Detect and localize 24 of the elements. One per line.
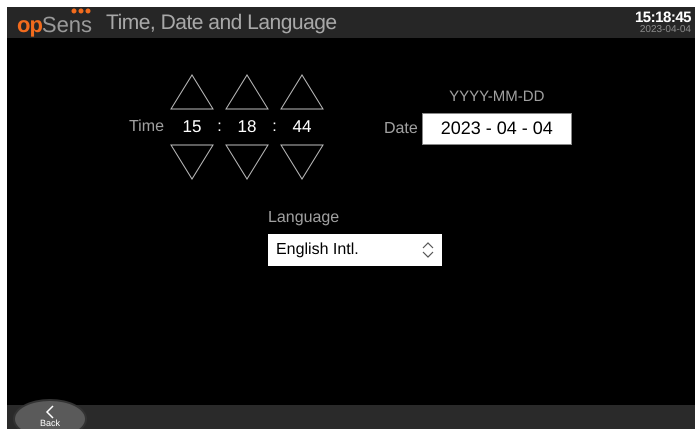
up-down-chevron-icon — [422, 242, 434, 258]
up-triangle-icon[interactable] — [224, 74, 269, 110]
brand-logo: opSens — [17, 10, 92, 36]
chevron-left-icon — [45, 405, 55, 419]
second-value[interactable]: 44 — [292, 114, 312, 140]
page-title: Time, Date and Language — [106, 10, 337, 36]
down-triangle-icon[interactable] — [224, 144, 269, 180]
date-format-hint: YYYY-MM-DD — [448, 87, 546, 107]
date-field[interactable]: 2023 - 04 - 04 — [422, 112, 572, 144]
down-triangle-icon[interactable] — [280, 144, 324, 180]
back-button[interactable]: Back — [13, 399, 87, 429]
clock-time: 15:18:45 — [634, 10, 691, 25]
time-separator: : — [216, 116, 223, 137]
hour-value[interactable]: 15 — [182, 114, 202, 140]
date-label: Date — [384, 118, 418, 138]
up-triangle-icon[interactable] — [170, 74, 214, 110]
time-separator: : — [271, 116, 278, 137]
clock-date: 2023-04-04 — [640, 25, 691, 35]
language-select[interactable]: English Intl. — [268, 234, 442, 266]
language-label: Language — [268, 208, 340, 228]
minute-value[interactable]: 18 — [238, 114, 256, 140]
down-triangle-icon[interactable] — [170, 144, 214, 180]
time-label: Time — [129, 116, 164, 137]
up-triangle-icon[interactable] — [280, 74, 324, 110]
